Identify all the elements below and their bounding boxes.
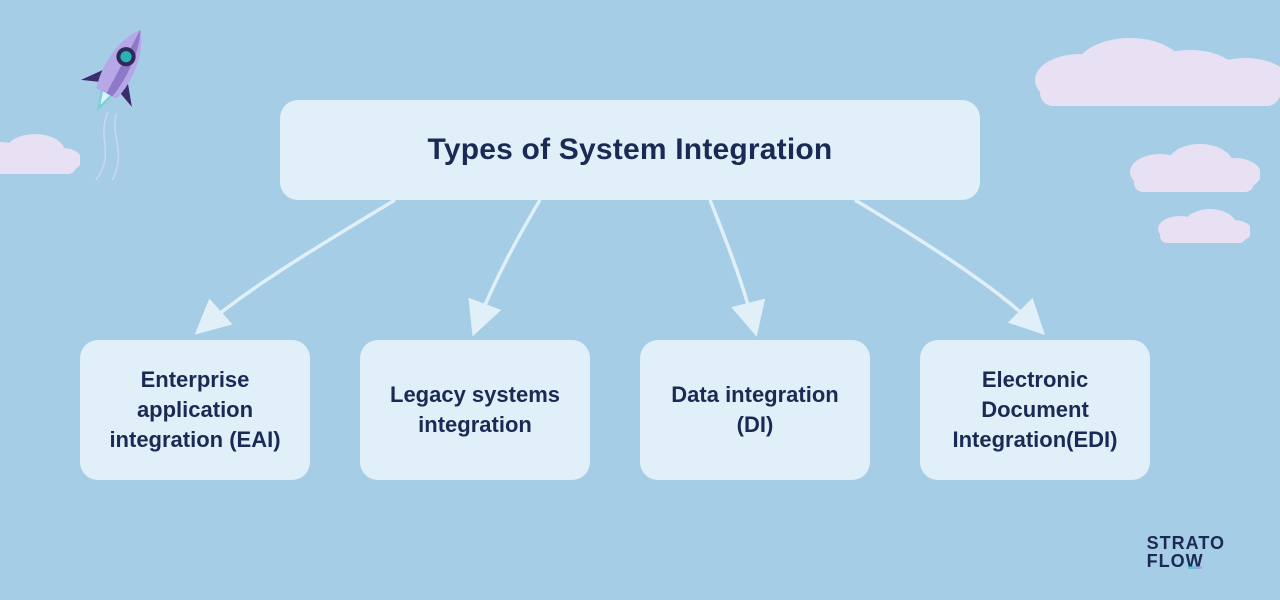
diagram-node-di: Data integration (DI) (640, 340, 870, 480)
logo-line1: STRATO (1147, 534, 1225, 552)
cloud-left-icon (0, 130, 80, 180)
diagram-node-eai: Enterprise application integration (EAI) (80, 340, 310, 480)
diagram-title: Types of System Integration (280, 100, 980, 200)
logo-line2: FLOW (1147, 552, 1225, 570)
diagram-node-edi: Electronic Document Integration(EDI) (920, 340, 1150, 480)
cloud-top-right-icon (1020, 20, 1280, 110)
cloud-right-mid-icon (1120, 140, 1260, 195)
brand-logo: STRATO FLOW (1147, 534, 1225, 570)
cloud-right-low-icon (1150, 205, 1250, 245)
diagram-node-legacy: Legacy systems integration (360, 340, 590, 480)
